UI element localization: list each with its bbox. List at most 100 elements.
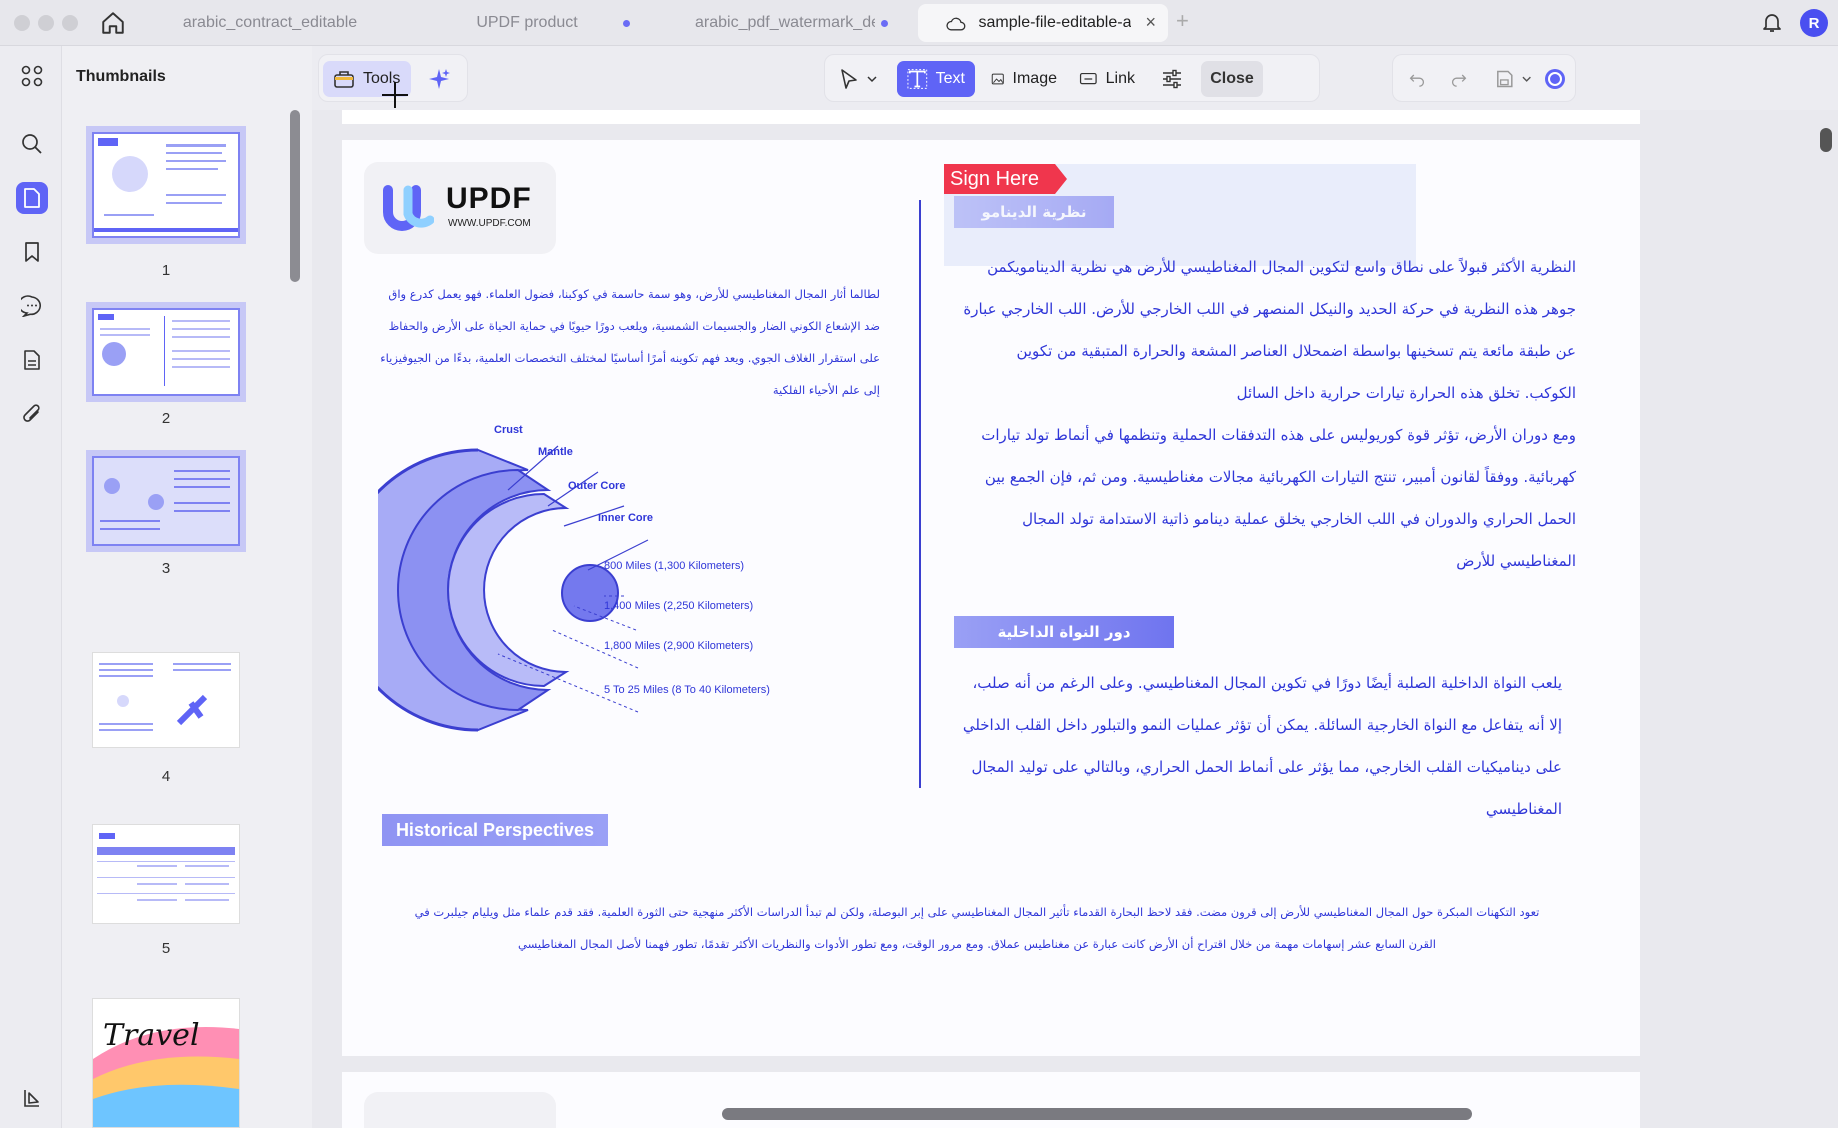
thumbnail-number: 5 <box>161 940 171 957</box>
image-icon <box>991 73 1004 85</box>
sparkle-icon <box>429 69 450 89</box>
thumbnail-page-4[interactable] <box>92 652 240 748</box>
tab-label: UPDF product <box>476 14 578 31</box>
undo-icon <box>1409 74 1425 87</box>
thumbnail-page-2[interactable] <box>86 302 246 402</box>
text-tool-label: Text <box>935 70 965 87</box>
updf-logo-block: UPDF WWW.UPDF.COM <box>364 162 556 254</box>
chevron-down-icon <box>1522 76 1531 82</box>
tab-label: arabic_contract_editable <box>182 14 358 31</box>
earth-layers-diagram <box>378 445 649 732</box>
link-tool-label: Link <box>1105 70 1135 87</box>
image-tool-label: Image <box>1012 70 1057 87</box>
logo-wordmark: UPDF <box>446 182 532 215</box>
thumbnail-number: 4 <box>161 768 171 785</box>
edit-mode-group: Text Image Link Close <box>824 54 1320 102</box>
thumbnails-title: Thumbnails <box>76 68 166 85</box>
tab-label: arabic_pdf_watermark_de <box>695 14 875 31</box>
logo-url: WWW.UPDF.COM <box>448 218 531 229</box>
unsaved-dot <box>623 20 630 27</box>
thumbnail-number: 3 <box>161 560 171 577</box>
cloud-icon <box>946 17 966 31</box>
edit-toolbar: Tools Text Image Link Close <box>312 46 1838 110</box>
text-tool-button[interactable]: Text <box>897 61 975 97</box>
pdf-page[interactable]: UPDF WWW.UPDF.COM لطالما أثار المجال الم… <box>342 140 1640 1056</box>
sign-here-flag[interactable]: Sign Here <box>944 164 1067 194</box>
historical-paragraph: تعود التكهنات المبكرة حول المجال المغناط… <box>414 905 1540 951</box>
comment-icon[interactable] <box>16 290 48 322</box>
left-tool-rail <box>0 46 62 1128</box>
tab-updf-product[interactable]: UPDF product <box>402 4 652 42</box>
thumbnail-number: 2 <box>161 410 171 427</box>
image-tool-button[interactable]: Image <box>981 61 1067 97</box>
thumbnail-page-1[interactable] <box>86 126 246 244</box>
close-edit-button[interactable]: Close <box>1201 61 1263 97</box>
close-edit-label: Close <box>1210 70 1254 87</box>
pointer-arrow-icon <box>841 69 857 89</box>
link-tool-button[interactable]: Link <box>1069 61 1145 97</box>
window-minimize-dot[interactable] <box>38 15 54 31</box>
form-field-icon[interactable] <box>16 344 48 376</box>
undo-button[interactable] <box>1399 61 1435 97</box>
unsaved-dot <box>881 20 888 27</box>
tab-arabic-contract[interactable]: arabic_contract_editable <box>150 4 390 42</box>
svg-text:Travel: Travel <box>103 1018 200 1053</box>
previous-page-edge <box>342 110 1640 124</box>
column-divider <box>919 200 921 788</box>
historical-perspectives-heading: Historical Perspectives <box>382 814 608 846</box>
link-icon <box>1079 72 1097 85</box>
thumbnails-panel: Thumbnails 1 2 3 4 5 Travel <box>62 46 312 1128</box>
thumbnail-number: 1 <box>161 262 171 279</box>
bookmark-icon[interactable] <box>16 236 48 268</box>
window-close-dot[interactable] <box>14 15 30 31</box>
section-heading-dynamo: نظرية الدينامو <box>954 196 1114 228</box>
save-icon <box>1497 70 1513 88</box>
thumbnails-page-icon[interactable] <box>16 182 48 214</box>
ai-assistant-button[interactable] <box>417 61 461 97</box>
redo-icon <box>1451 74 1467 87</box>
mantle-label: Mantle <box>538 446 573 458</box>
document-viewport[interactable]: UPDF WWW.UPDF.COM لطالما أثار المجال الم… <box>312 110 1838 1128</box>
close-tab-icon[interactable]: × <box>1145 12 1156 33</box>
outer-core-measure: 1,400 Miles (2,250 Kilometers) <box>604 600 754 612</box>
dynamo-paragraph-2: ومع دوران الأرض، تؤثر قوة كوريوليس على ه… <box>981 426 1576 570</box>
text-tool-icon <box>907 69 928 89</box>
tab-sample-file[interactable]: sample-file-editable-a × <box>918 4 1168 42</box>
inner-core-label: Inner Core <box>598 512 654 524</box>
window-zoom-dot[interactable] <box>62 15 78 31</box>
thumbnail-page-3[interactable] <box>86 450 246 552</box>
user-avatar[interactable]: R <box>1800 9 1828 37</box>
attachment-icon[interactable] <box>16 398 48 430</box>
crosshair-cursor <box>380 80 410 110</box>
properties-button[interactable] <box>1151 61 1195 97</box>
intro-paragraph: لطالما أثار المجال المغناطيسي للأرض، وهو… <box>380 287 880 397</box>
bell-icon[interactable] <box>1760 10 1784 34</box>
inner-core-paragraph: يلعب النواة الداخلية الصلبة أيضًا دورًا … <box>962 674 1562 818</box>
apps-grid-icon[interactable] <box>16 60 48 92</box>
search-icon[interactable] <box>16 128 48 160</box>
history-group <box>1392 54 1576 102</box>
thumbnail-page-6[interactable]: Travel <box>92 998 240 1128</box>
new-tab-icon[interactable]: + <box>1176 8 1189 34</box>
tab-arabic-watermark[interactable]: arabic_pdf_watermark_de <box>660 4 910 42</box>
home-icon[interactable] <box>100 10 126 36</box>
ai-orb-icon <box>1545 69 1565 89</box>
crust-label: Crust <box>494 424 523 436</box>
document-horizontal-scrollbar[interactable] <box>722 1108 1472 1120</box>
thumbnails-scrollbar[interactable] <box>290 110 300 282</box>
mantle-measure: 1,800 Miles (2,900 Kilometers) <box>604 640 754 652</box>
thumbnail-page-5[interactable] <box>92 824 240 924</box>
section-heading-inner-core: دور النواة الداخلية <box>954 616 1174 648</box>
document-vertical-scrollbar[interactable] <box>1820 128 1832 152</box>
title-bar: arabic_contract_editable UPDF product ar… <box>0 0 1838 46</box>
redo-button[interactable] <box>1441 61 1477 97</box>
select-tool-button[interactable] <box>829 61 891 97</box>
updf-ai-button[interactable] <box>1539 61 1573 97</box>
tab-label: sample-file-editable-a <box>978 14 1132 31</box>
updf-logo-icon <box>383 185 434 231</box>
layers-icon[interactable] <box>16 1082 48 1114</box>
toolbox-icon <box>334 71 354 88</box>
inner-core-measure: 800 Miles (1,300 Kilometers) <box>604 560 745 572</box>
save-button[interactable] <box>1485 61 1541 97</box>
outer-core-label: Outer Core <box>568 480 626 492</box>
